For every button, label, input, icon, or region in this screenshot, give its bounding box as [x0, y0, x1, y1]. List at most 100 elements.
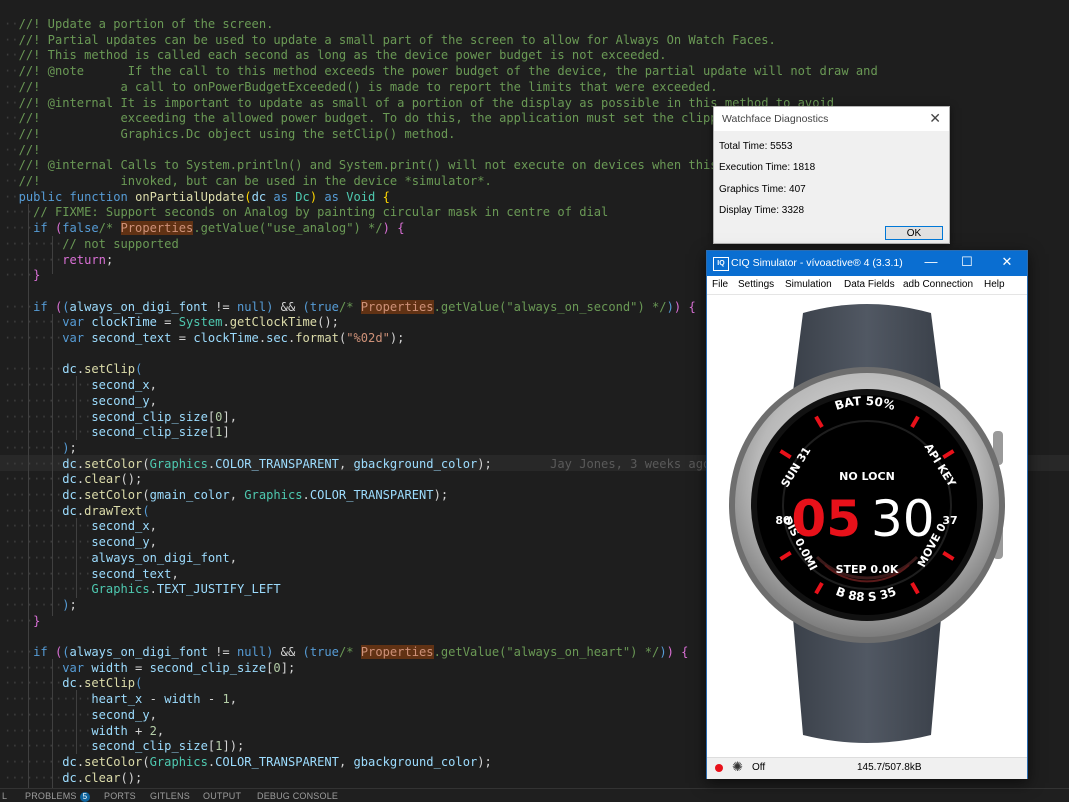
code-token: as — [273, 189, 288, 204]
code-line: ············Graphics.TEXT_JUSTIFY_LEFT — [4, 582, 281, 598]
maximize-icon[interactable]: ☐ — [953, 254, 981, 270]
code-token: ·· — [4, 189, 19, 204]
menu-data-fields[interactable]: Data Fields — [844, 279, 895, 290]
code-token: && — [273, 299, 303, 314]
code-token: ) — [62, 440, 70, 455]
code-line: ····if ((always_on_digi_font != null) &&… — [4, 645, 688, 661]
close-icon[interactable]: ✕ — [993, 254, 1021, 270]
code-token: //! exceeding the allowed power budget. … — [18, 111, 740, 126]
code-token: && — [273, 645, 303, 659]
code-token: , — [229, 550, 237, 565]
code-token: ); — [477, 754, 492, 769]
code-line: ··//! @internal Calls to System.println(… — [4, 158, 718, 174]
code-token: COLOR_TRANSPARENT — [309, 488, 434, 502]
code-token: dc — [62, 362, 77, 377]
code-token: Graphics — [244, 488, 303, 502]
code-token: ········ — [4, 488, 63, 502]
code-line: ············second_text, — [4, 567, 179, 583]
code-token: { — [688, 299, 696, 314]
code-token: function — [69, 189, 128, 204]
code-token: } — [33, 268, 41, 283]
menu-settings[interactable]: Settings — [738, 279, 774, 290]
code-token: ·· — [4, 32, 19, 47]
menu-help[interactable]: Help — [984, 279, 1005, 290]
display-time-value: Display Time: 3328 — [719, 205, 805, 216]
code-token: second_x — [91, 519, 150, 534]
backlight-icon[interactable]: ✺ — [732, 759, 743, 775]
menu-file[interactable]: File — [712, 279, 728, 290]
code-token: - — [200, 692, 223, 707]
code-token: ···· — [4, 645, 34, 659]
code-token: . — [76, 676, 85, 691]
code-token: second_clip_size — [91, 409, 208, 424]
simulator-app-icon: IQ — [713, 257, 729, 271]
menu-simulation[interactable]: Simulation — [785, 279, 832, 290]
code-token: ( — [142, 754, 150, 769]
code-token: } — [33, 613, 41, 628]
code-token: /* — [98, 221, 121, 236]
code-token: second_x — [91, 378, 150, 393]
code-token: var — [62, 331, 85, 345]
code-token: COLOR_TRANSPARENT — [215, 456, 339, 471]
code-token: ········ — [4, 456, 63, 471]
code-token: //! This method is called each second as… — [18, 48, 667, 63]
dialog-title: Watchface Diagnostics — [722, 113, 829, 125]
code-token: ···· — [4, 205, 34, 220]
code-token: ············ — [4, 378, 92, 393]
code-token: ( — [302, 645, 310, 659]
code-token: = — [127, 660, 150, 675]
code-token: width — [164, 692, 201, 707]
graphics-time-value: Graphics Time: 407 — [719, 184, 806, 195]
code-line: ············second_y, — [4, 535, 157, 551]
code-token: if — [33, 299, 48, 314]
code-token: .getValue("always_on_second") */ — [433, 299, 667, 314]
ok-button[interactable]: OK — [885, 226, 943, 240]
code-token: ]; — [280, 660, 296, 675]
code-token: != — [207, 645, 237, 659]
menu-adb-connection[interactable]: adb Connection — [903, 279, 973, 290]
code-token: second_y — [91, 707, 150, 722]
simulator-menu-bar: File Settings Simulation Data Fields adb… — [707, 276, 1027, 295]
code-token: ········ — [4, 754, 63, 769]
code-token: ; — [69, 440, 77, 455]
code-token: //! Update a portion of the screen. — [18, 17, 274, 31]
code-token: ········ — [4, 362, 63, 377]
close-icon[interactable]: ✕ — [929, 110, 941, 127]
code-token: , — [149, 535, 157, 550]
code-token: 0 — [273, 660, 281, 675]
code-line: ····if (false/* Properties.getValue("use… — [4, 221, 404, 237]
code-token: if — [33, 221, 48, 236]
code-token: clear — [84, 472, 121, 487]
code-token: ········ — [4, 660, 63, 675]
code-token: ) — [62, 597, 70, 612]
record-icon[interactable] — [715, 764, 723, 772]
hour-display: 05 — [791, 490, 861, 548]
code-line: ··public function onPartialUpdate(dc as … — [4, 190, 390, 206]
code-line: ····} — [4, 268, 40, 284]
code-token: ( — [135, 676, 143, 691]
tab-problems[interactable]: PROBLEMS 5 — [25, 791, 91, 802]
code-token: ············ — [4, 692, 92, 707]
code-token: = — [171, 331, 194, 345]
code-token: . — [149, 582, 157, 597]
code-token: Void — [346, 189, 376, 204]
code-token: clockTime — [193, 331, 259, 345]
code-token: /* — [338, 645, 361, 659]
code-line: ············second_x, — [4, 378, 157, 394]
minimize-icon[interactable]: — — [917, 254, 945, 269]
code-token: ); — [477, 456, 492, 471]
code-token: ) — [659, 645, 667, 659]
code-token: , — [149, 707, 157, 722]
simulator-title: CIQ Simulator - vívoactive® 4 (3.3.1) — [731, 257, 903, 269]
code-token: dc — [62, 456, 77, 471]
code-line: ··//! Graphics.Dc object using the setCl… — [4, 127, 455, 143]
code-token: ········ — [4, 770, 63, 785]
simulator-screen[interactable]: BAT 50% B 88 S 35 SUN 31 API KEY DIS 0.0… — [707, 295, 1027, 757]
code-token: false — [62, 221, 99, 236]
code-token: ············ — [4, 425, 92, 440]
panel-tabs: L PROBLEMS 5 PORTS GITLENS OUTPUT DEBUG C… — [0, 788, 1069, 802]
code-line: ········return; — [4, 253, 113, 269]
